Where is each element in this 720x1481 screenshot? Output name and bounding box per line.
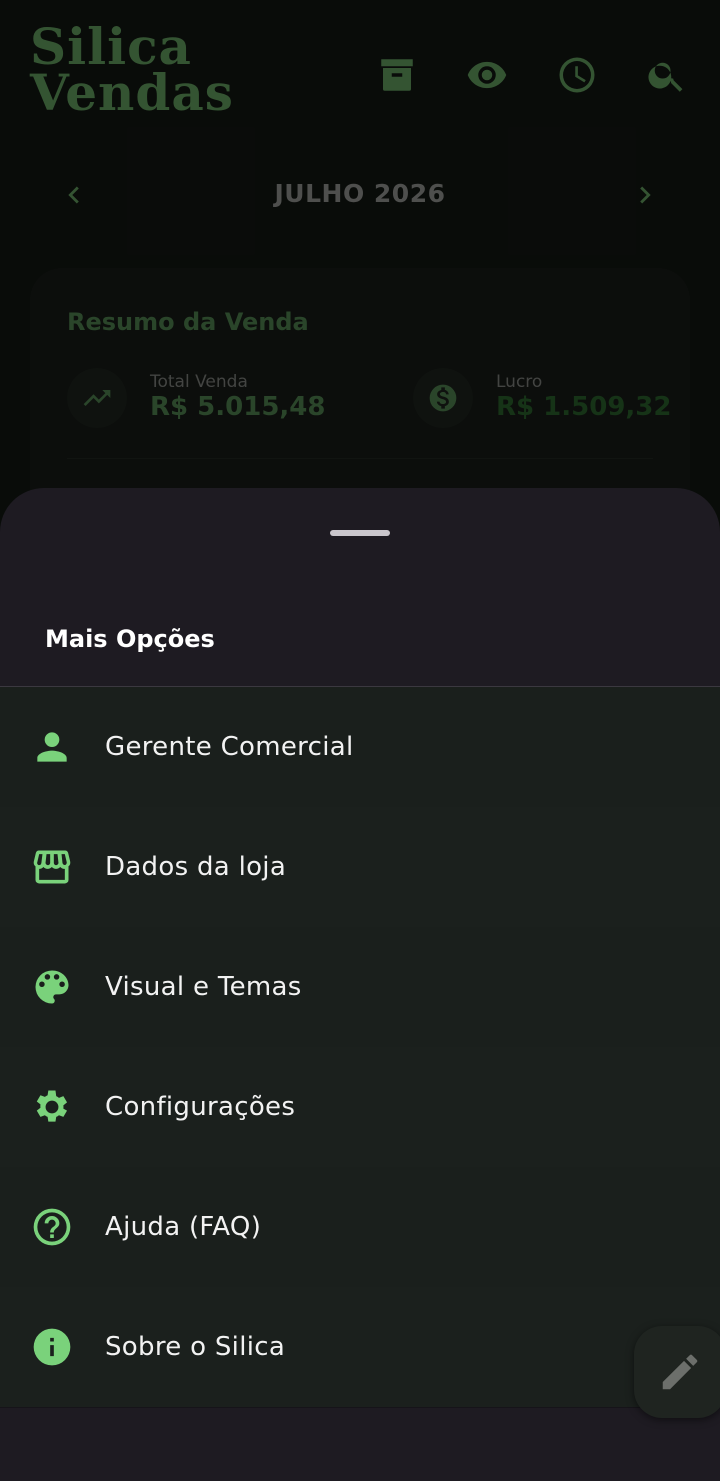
menu-item-sales-manager[interactable]: Gerente Comercial (0, 687, 720, 807)
menu-item-visual-themes[interactable]: Visual e Temas (0, 927, 720, 1047)
menu-item-label: Gerente Comercial (105, 732, 354, 762)
store-icon (28, 843, 76, 891)
menu-item-label: Ajuda (FAQ) (105, 1212, 262, 1242)
menu-item-about[interactable]: Sobre o Silica (0, 1287, 720, 1407)
gear-icon (28, 1083, 76, 1131)
edit-fab[interactable] (634, 1326, 720, 1418)
menu-item-label: Configurações (105, 1092, 296, 1122)
help-icon (28, 1203, 76, 1251)
menu-item-settings[interactable]: Configurações (0, 1047, 720, 1167)
menu-item-label: Sobre o Silica (105, 1332, 286, 1362)
menu-item-label: Visual e Temas (105, 972, 302, 1002)
options-menu: Gerente Comercial Dados da loja Visual e… (0, 687, 720, 1407)
sheet-title: Mais Opções (45, 625, 215, 653)
pencil-icon (662, 1354, 698, 1390)
more-options-sheet: Mais Opções Gerente Comercial Dados da l… (0, 488, 720, 1481)
menu-item-label: Dados da loja (105, 852, 287, 882)
menu-item-store-data[interactable]: Dados da loja (0, 807, 720, 927)
menu-item-help-faq[interactable]: Ajuda (FAQ) (0, 1167, 720, 1287)
sheet-drag-handle[interactable] (330, 530, 390, 536)
info-icon (28, 1323, 76, 1371)
person-icon (28, 723, 76, 771)
palette-icon (28, 963, 76, 1011)
